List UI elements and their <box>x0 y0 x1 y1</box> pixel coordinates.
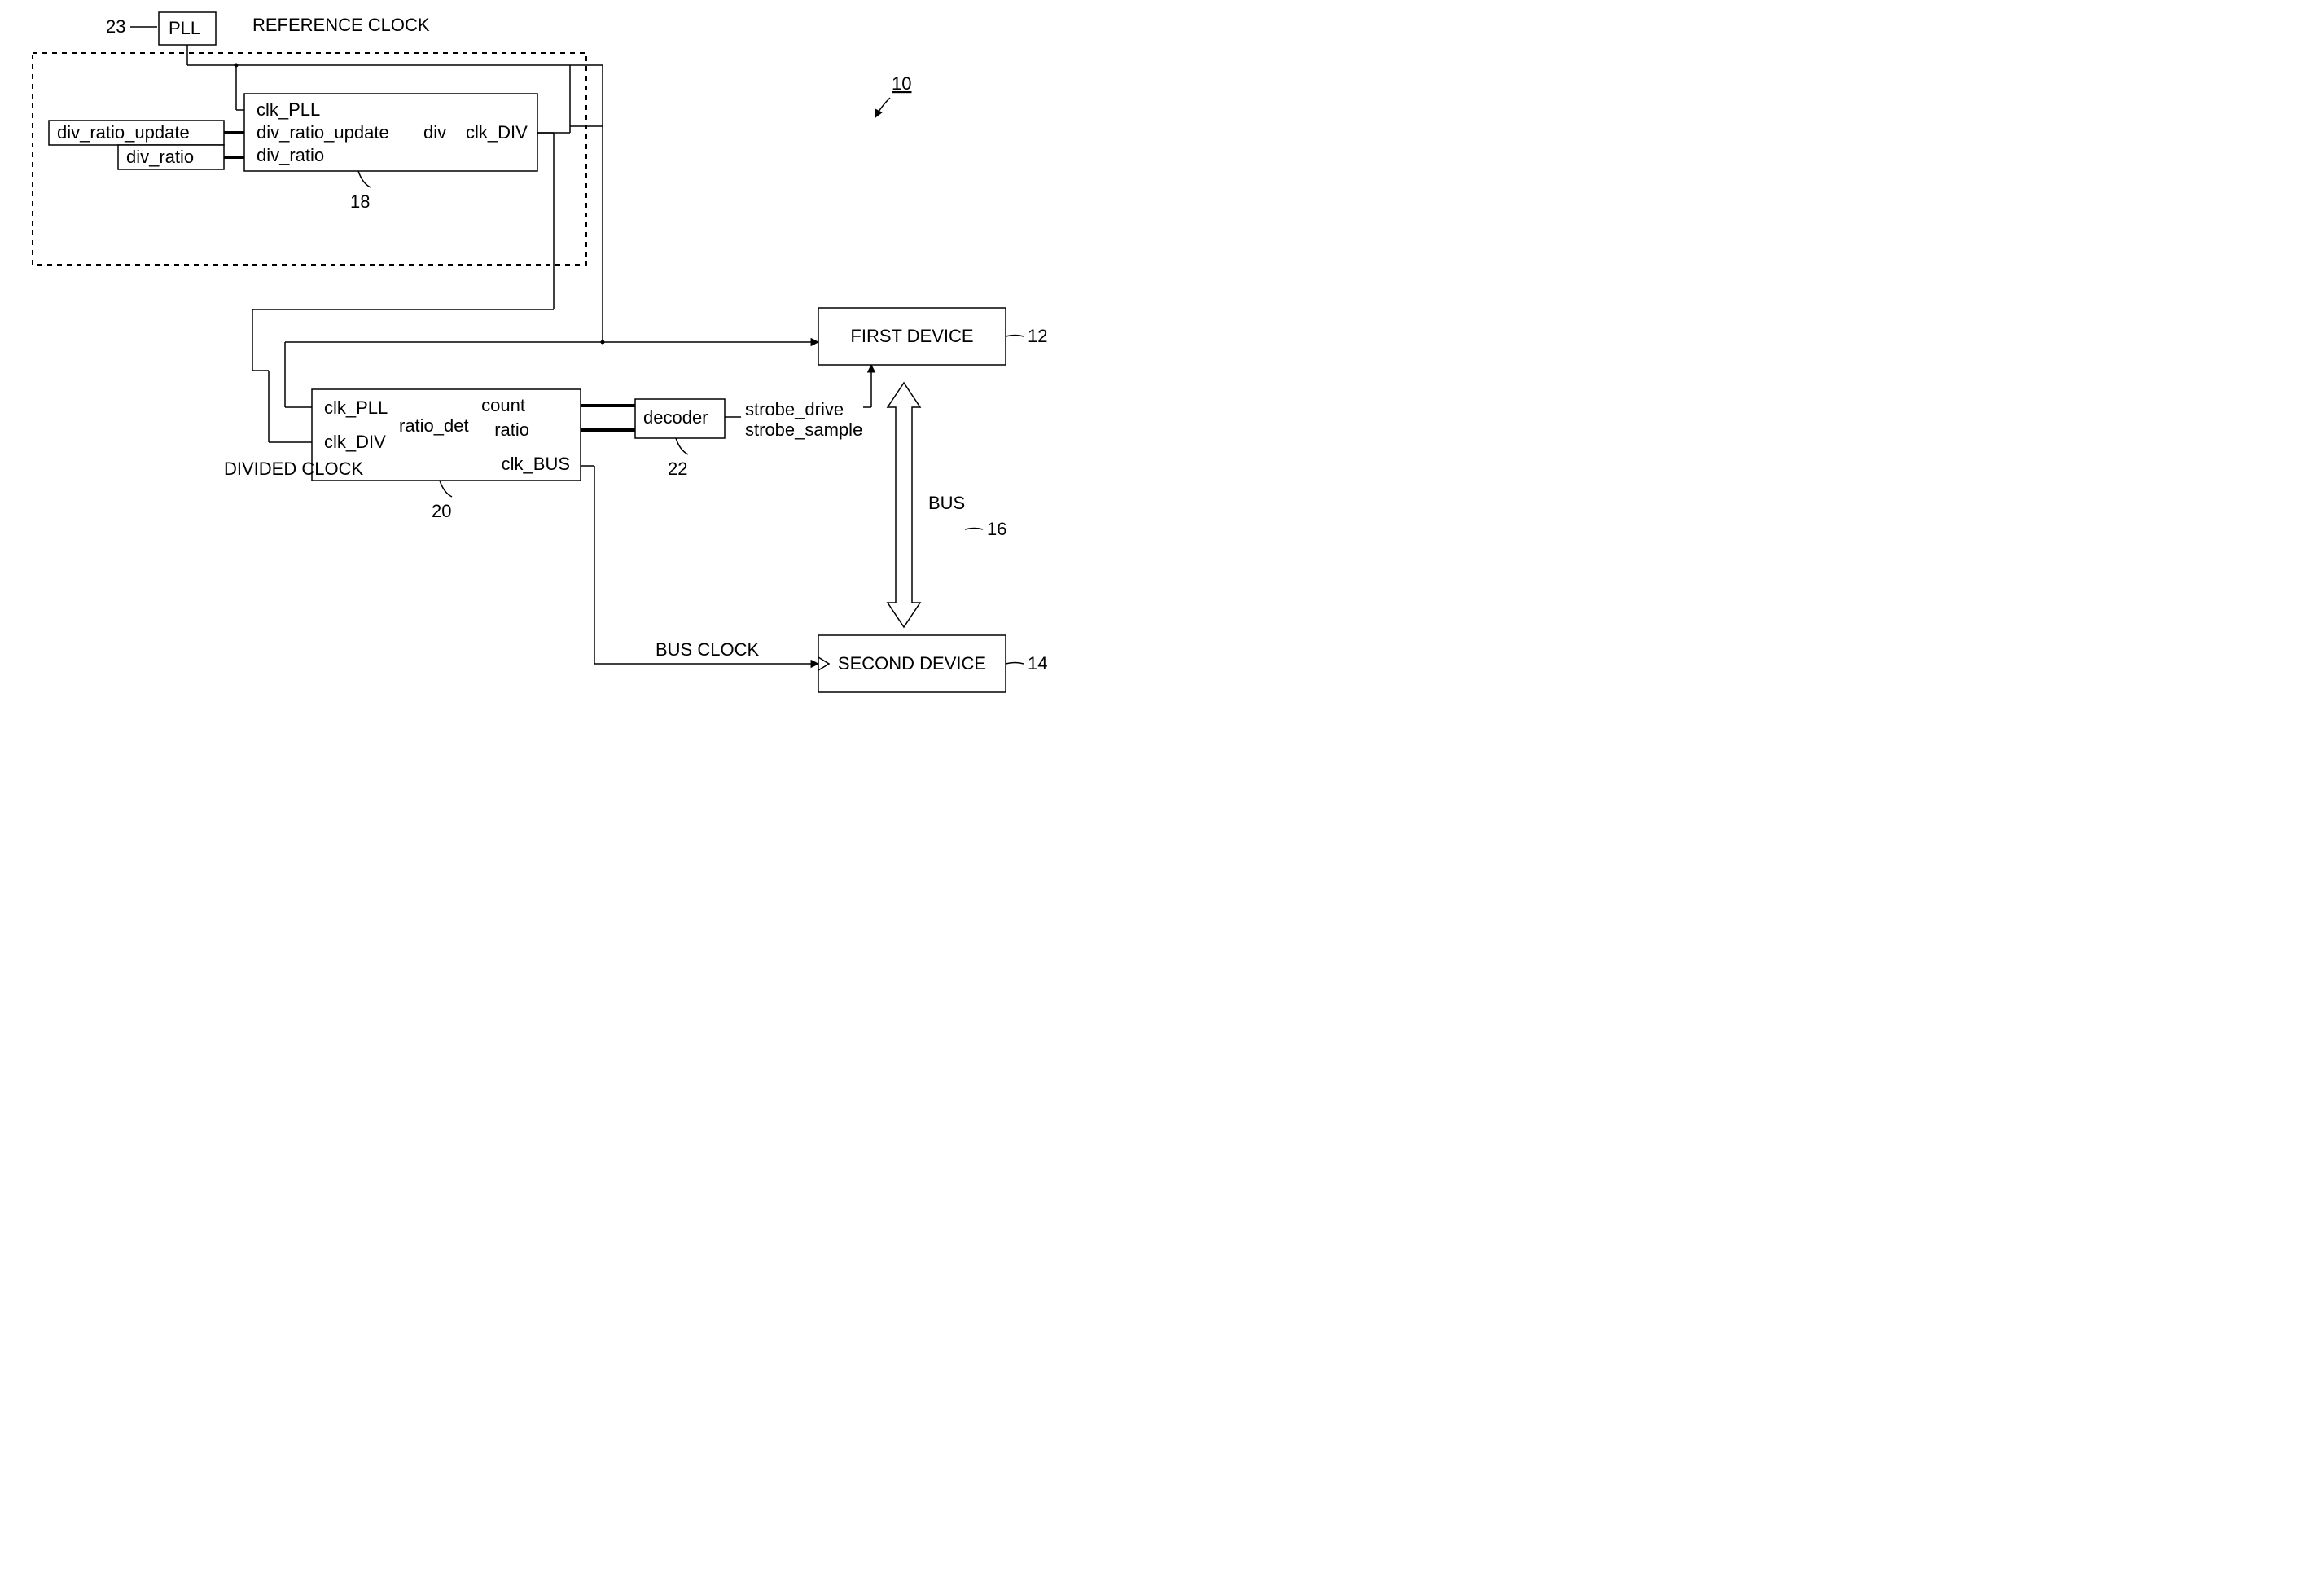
block20-clk-pll: clk_PLL <box>324 397 388 418</box>
block20-ratio: ratio <box>494 419 529 440</box>
strobe-drive-label: strobe_drive <box>745 399 844 419</box>
div-ratio-label: div_ratio <box>126 147 194 167</box>
ref-20: 20 <box>432 501 451 521</box>
first-device-label: FIRST DEVICE <box>850 326 973 346</box>
junction-refclk-branch <box>601 340 605 345</box>
block20-count: count <box>481 395 525 415</box>
ref-18: 18 <box>350 191 370 212</box>
block18-out: clk_DIV <box>466 122 528 143</box>
ref-10: 10 <box>892 73 911 94</box>
pll-label: PLL <box>169 18 200 38</box>
block18-center: div <box>423 122 446 143</box>
block20-clk-bus: clk_BUS <box>502 454 570 474</box>
block20-clk-div: clk_DIV <box>324 432 386 452</box>
ref-12: 12 <box>1028 326 1047 346</box>
block20-center: ratio_det <box>399 415 469 436</box>
bus-label: BUS <box>928 493 965 513</box>
leader-10 <box>875 98 890 117</box>
divided-clock-label: DIVIDED CLOCK <box>224 459 363 479</box>
reference-clock-label: REFERENCE CLOCK <box>252 15 430 35</box>
leader-12 <box>1006 336 1024 337</box>
diagram-root: PLL 23 REFERENCE CLOCK clk_PLL div_ratio… <box>0 0 1162 790</box>
decoder-label: decoder <box>643 407 708 428</box>
ref-14: 14 <box>1028 653 1047 674</box>
leader-18 <box>358 171 371 187</box>
leader-14 <box>1006 663 1024 665</box>
leader-22 <box>676 438 688 454</box>
junction-pll-top <box>235 64 239 68</box>
ref-22: 22 <box>668 459 687 479</box>
block18-dru: div_ratio_update <box>257 122 389 143</box>
leader-16 <box>965 529 983 530</box>
bus-arrow <box>888 383 920 627</box>
second-device-label: SECOND DEVICE <box>838 653 986 674</box>
div-ratio-update-label: div_ratio_update <box>57 122 190 143</box>
leader-20 <box>440 481 452 497</box>
ref-23: 23 <box>106 16 125 37</box>
block18-clk-pll: clk_PLL <box>257 99 320 120</box>
block18-dr: div_ratio <box>257 145 324 165</box>
bus-clock-label: BUS CLOCK <box>656 639 759 660</box>
strobe-sample-label: strobe_sample <box>745 419 862 440</box>
ref-16: 16 <box>987 519 1006 539</box>
